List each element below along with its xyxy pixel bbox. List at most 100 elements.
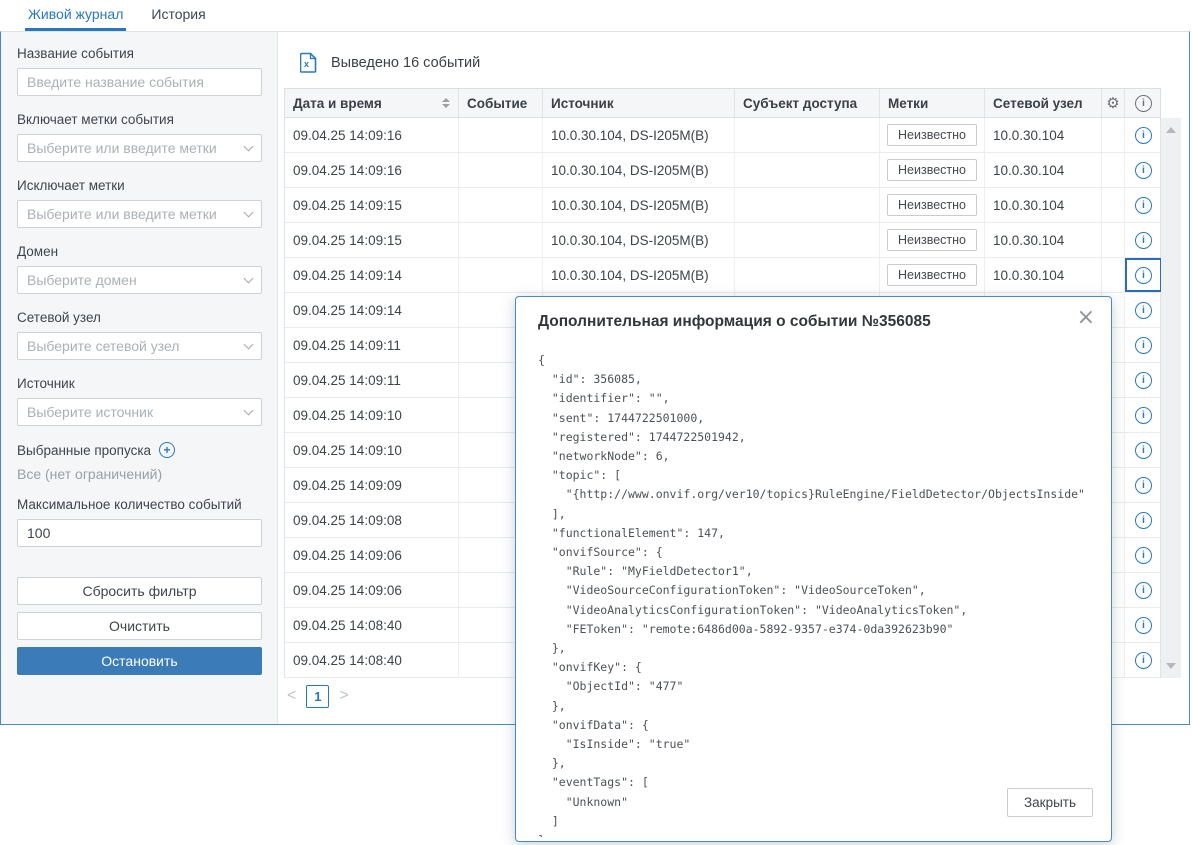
column-header-subject[interactable]: Субъект доступа (735, 89, 880, 117)
info-icon[interactable]: i (1135, 232, 1152, 249)
domain-select[interactable]: Выберите домен (17, 266, 262, 294)
cell-info: i (1125, 538, 1162, 572)
column-header-source[interactable]: Источник (543, 89, 735, 117)
cell-event (459, 258, 543, 292)
tab-live-journal[interactable]: Живой журнал (25, 0, 126, 31)
column-header-node[interactable]: Сетевой узел (985, 89, 1102, 117)
cell-tags: Неизвестно (880, 118, 985, 152)
modal-json: { "id": 356085, "identifier": "", "sent"… (538, 351, 1097, 837)
info-icon[interactable]: i (1135, 547, 1152, 564)
gear-icon[interactable]: ⚙ (1106, 96, 1119, 111)
cell-node: 10.0.30.104 (985, 188, 1102, 222)
clear-button[interactable]: Очистить (17, 612, 262, 640)
cell-node: 10.0.30.104 (985, 153, 1102, 187)
filter-label: Максимальное количество событий (17, 497, 262, 512)
table-header: Дата и время Событие Источник Субъект до… (284, 88, 1161, 118)
include-tags-select[interactable]: Выберите или введите метки (17, 134, 262, 162)
cell-info: i (1125, 398, 1162, 432)
cell-info: i (1125, 153, 1162, 187)
cell-subject (735, 223, 880, 257)
table-row[interactable]: 09.04.25 14:09:1510.0.30.104, DS-I205M(B… (285, 188, 1160, 223)
info-icon[interactable]: i (1135, 407, 1152, 424)
info-icon[interactable]: i (1135, 127, 1152, 144)
column-header-event[interactable]: Событие (459, 89, 543, 117)
cell-date: 09.04.25 14:09:16 (285, 118, 459, 152)
info-icon[interactable]: i (1135, 302, 1152, 319)
next-page-button[interactable]: > (339, 687, 348, 705)
chevron-down-icon (244, 405, 254, 415)
table-row[interactable]: 09.04.25 14:09:1410.0.30.104, DS-I205M(B… (285, 258, 1160, 293)
events-count-text: Выведено 16 событий (331, 55, 480, 71)
close-icon[interactable]: × (1077, 305, 1095, 330)
info-icon[interactable]: i (1135, 372, 1152, 389)
page-button-1[interactable]: 1 (306, 685, 329, 708)
table-row[interactable]: 09.04.25 14:09:1610.0.30.104, DS-I205M(B… (285, 153, 1160, 188)
event-log-app: Живой журнал История Название события Вк… (0, 0, 1192, 845)
source-select[interactable]: Выберите источник (17, 398, 262, 426)
scroll-up-icon[interactable] (1166, 127, 1176, 133)
cell-source: 10.0.30.104, DS-I205M(B) (543, 258, 735, 292)
cell-date: 09.04.25 14:09:10 (285, 398, 459, 432)
filter-label: Домен (17, 244, 262, 259)
close-button[interactable]: Закрыть (1007, 788, 1093, 817)
info-icon[interactable]: i (1135, 337, 1152, 354)
select-placeholder: Выберите источник (27, 404, 153, 420)
cell-info: i (1125, 188, 1162, 222)
column-header-tags[interactable]: Метки (880, 89, 985, 117)
export-xls-icon[interactable]: x (300, 52, 317, 73)
filter-exclude-tags: Исключает метки Выберите или введите мет… (17, 178, 262, 228)
scroll-down-icon[interactable] (1166, 663, 1176, 669)
filter-event-name: Название события (17, 46, 262, 96)
cell-tags: Неизвестно (880, 223, 985, 257)
table-toolbar: x Выведено 16 событий (300, 52, 480, 73)
cell-event (459, 153, 543, 187)
info-icon[interactable]: i (1135, 617, 1152, 634)
cell-info: i (1125, 223, 1162, 257)
sort-icon[interactable] (442, 98, 450, 108)
cell-node: 10.0.30.104 (985, 223, 1102, 257)
cell-gearcol (1102, 188, 1125, 222)
event-details-modal: Дополнительная информация о событии №356… (515, 296, 1112, 842)
reset-filter-button[interactable]: Сбросить фильтр (17, 577, 262, 605)
info-icon[interactable]: i (1135, 512, 1152, 529)
info-icon[interactable]: i (1135, 442, 1152, 459)
cell-date: 09.04.25 14:09:14 (285, 293, 459, 327)
select-placeholder: Выберите или введите метки (27, 140, 217, 156)
info-icon[interactable]: i (1135, 162, 1152, 179)
info-icon[interactable]: i (1135, 267, 1152, 284)
column-header-datetime[interactable]: Дата и время (285, 89, 459, 117)
column-header-settings[interactable]: ⚙ (1102, 89, 1125, 117)
passes-label: Выбранные пропуска (17, 443, 151, 458)
cell-gearcol (1102, 118, 1125, 152)
sidebar-buttons: Сбросить фильтр Очистить Остановить (17, 577, 262, 675)
info-icon[interactable]: i (1135, 652, 1152, 669)
table-scrollbar[interactable] (1161, 118, 1181, 678)
max-events-input[interactable] (17, 519, 262, 547)
exclude-tags-select[interactable]: Выберите или введите метки (17, 200, 262, 228)
filter-label: Сетевой узел (17, 310, 262, 325)
pagination: < 1 > (287, 684, 349, 708)
network-node-select[interactable]: Выберите сетевой узел (17, 332, 262, 360)
filter-label: Исключает метки (17, 178, 262, 193)
cell-info: i (1125, 258, 1162, 292)
add-pass-icon[interactable]: + (159, 442, 175, 458)
cell-info: i (1125, 328, 1162, 362)
stop-button[interactable]: Остановить (17, 647, 262, 675)
cell-subject (735, 153, 880, 187)
cell-source: 10.0.30.104, DS-I205M(B) (543, 223, 735, 257)
prev-page-button[interactable]: < (287, 687, 296, 705)
chevron-down-icon (244, 207, 254, 217)
event-name-input[interactable] (17, 68, 262, 96)
cell-info: i (1125, 608, 1162, 642)
cell-subject (735, 258, 880, 292)
info-icon[interactable]: i (1135, 477, 1152, 494)
table-row[interactable]: 09.04.25 14:09:1610.0.30.104, DS-I205M(B… (285, 118, 1160, 153)
cell-subject (735, 118, 880, 152)
table-row[interactable]: 09.04.25 14:09:1510.0.30.104, DS-I205M(B… (285, 223, 1160, 258)
info-icon[interactable]: i (1135, 197, 1152, 214)
cell-info: i (1125, 573, 1162, 607)
tab-history[interactable]: История (148, 0, 208, 31)
cell-tags: Неизвестно (880, 153, 985, 187)
cell-date: 09.04.25 14:08:40 (285, 643, 459, 677)
info-icon[interactable]: i (1135, 582, 1152, 599)
